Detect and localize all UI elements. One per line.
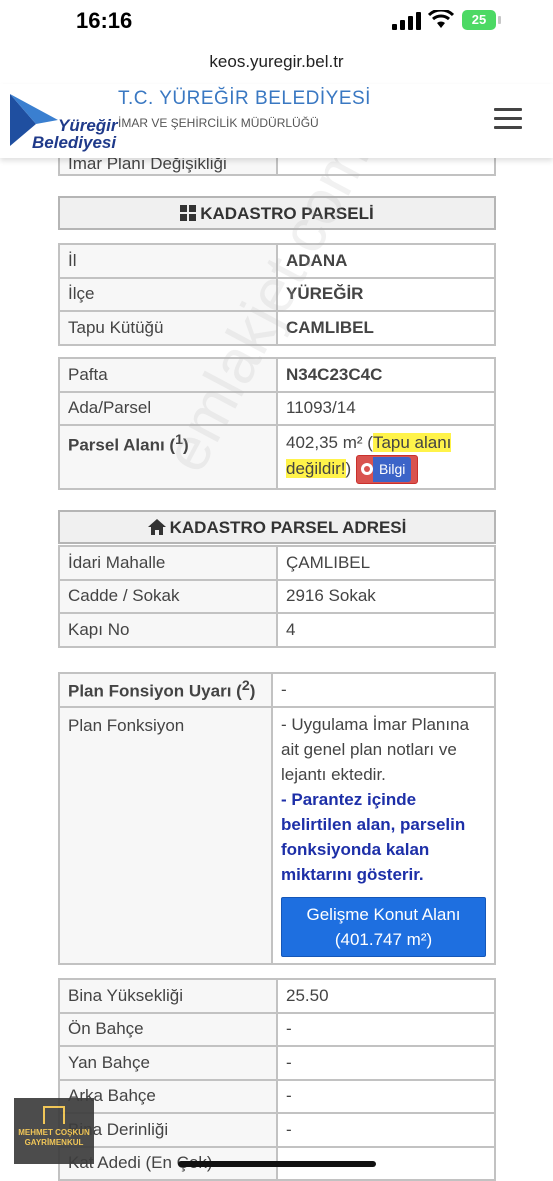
- cadde-value: 2916 Sokak: [276, 578, 496, 614]
- mahalle-label: İdari Mahalle: [58, 545, 278, 581]
- on-bahce-label: Ön Bahçe: [58, 1011, 278, 1047]
- table-row: Cadde / Sokak 2916 Sokak: [58, 578, 496, 614]
- home-indicator[interactable]: [178, 1161, 376, 1167]
- mahalle-value: ÇAMLIBEL: [276, 545, 496, 581]
- bina-derinlik-value: -: [276, 1112, 496, 1148]
- grid-icon: [180, 205, 197, 221]
- home-icon: [147, 519, 166, 535]
- parsel-note-close: ): [345, 458, 352, 478]
- plan-parantez-note: - Parantez içinde belirtilen alan, parse…: [281, 789, 466, 884]
- table-row: Ada/Parsel 11093/14: [58, 390, 496, 426]
- table-row: İdari Mahalle ÇAMLIBEL: [58, 545, 496, 581]
- corner-logo: MEHMET COŞKUN GAYRİMENKUL: [14, 1098, 94, 1164]
- table-row: Plan Fonsiyon Uyarı (2) -: [58, 672, 496, 708]
- ilce-value: YÜREĞİR: [276, 276, 496, 312]
- bilgi-label: Bilgi: [372, 457, 412, 482]
- plan-fonksiyon-value: - Uygulama İmar Planına ait genel plan n…: [271, 705, 496, 965]
- bina-table: Bina Yüksekliği 25.50 Ön Bahçe - Yan Bah…: [58, 978, 496, 1181]
- bina-yukseklik-value: 25.50: [276, 978, 496, 1014]
- hamburger-menu-icon[interactable]: [494, 108, 522, 130]
- parsel-alani-text: Parsel Alanı (: [68, 435, 176, 455]
- plan-fonksiyon-label: Plan Fonksiyon: [58, 705, 273, 965]
- ada-parsel-value: 11093/14: [276, 390, 496, 426]
- kapi-label: Kapı No: [58, 612, 278, 648]
- plan-uyari-value: -: [271, 672, 496, 708]
- table-row: Yan Bahçe -: [58, 1045, 496, 1081]
- adres-table: İdari Mahalle ÇAMLIBEL Cadde / Sokak 291…: [58, 545, 496, 648]
- gelisme-line1: Gelişme Konut Alanı: [306, 904, 461, 924]
- building-icon: [43, 1106, 65, 1124]
- kapi-value: 4: [276, 612, 496, 648]
- tapu-label: Tapu Kütüğü: [58, 310, 278, 346]
- kadastro-heading-text: KADASTRO PARSELİ: [200, 204, 374, 223]
- plan-uyari-close: ): [249, 681, 256, 701]
- table-row: Kapı No 4: [58, 612, 496, 648]
- site-title: T.C. YÜREĞİR BELEDİYESİ: [118, 88, 371, 109]
- table-row: Tapu Kütüğü CAMLIBEL: [58, 310, 496, 346]
- plan-table: Plan Fonsiyon Uyarı (2) - Plan Fonksiyon…: [58, 672, 496, 965]
- table-row: Parsel Alanı (1) 402,35 m² (Tapu alanı d…: [58, 424, 496, 490]
- corner-logo-line2: GAYRİMENKUL: [24, 1138, 84, 1147]
- content: İmar Planı Değişikliği KADASTRO PARSELİ …: [0, 0, 553, 1181]
- parsel-note-open: (: [362, 433, 373, 452]
- cadde-label: Cadde / Sokak: [58, 578, 278, 614]
- kadastro-table-1: İl ADANA İlçe YÜREĞİR Tapu Kütüğü CAMLIB…: [58, 243, 496, 346]
- site-subtitle: İMAR VE ŞEHİRCİLİK MÜDÜRLÜĞÜ: [118, 116, 319, 130]
- plan-uyari-text: Plan Fonsiyon Uyarı (: [68, 681, 242, 701]
- yan-bahce-value: -: [276, 1045, 496, 1081]
- site-header: Yüreğir Belediyesi T.C. YÜREĞİR BELEDİYE…: [0, 84, 553, 158]
- parsel-alani-value: 402,35 m² (Tapu alanı değildir!) Bilgi: [276, 424, 496, 490]
- adres-heading: KADASTRO PARSEL ADRESİ: [58, 510, 496, 544]
- table-row: Pafta N34C23C4C: [58, 357, 496, 393]
- il-label: İl: [58, 243, 278, 279]
- yan-bahce-label: Yan Bahçe: [58, 1045, 278, 1081]
- table-row: Plan Fonksiyon - Uygulama İmar Planına a…: [58, 705, 496, 965]
- plan-uyari-sup: 2: [241, 677, 250, 694]
- arka-bahce-value: -: [276, 1078, 496, 1114]
- corner-logo-line1: MEHMET COŞKUN: [18, 1128, 90, 1137]
- table-row: İlçe YÜREĞİR: [58, 276, 496, 312]
- parsel-alani-close: ): [182, 435, 189, 455]
- ilce-label: İlçe: [58, 276, 278, 312]
- table-row: Bina Derinliği -: [58, 1112, 496, 1148]
- kadastro-heading: KADASTRO PARSELİ: [58, 196, 496, 230]
- pafta-label: Pafta: [58, 357, 278, 393]
- logo-text-belediyesi: Belediyesi: [32, 133, 117, 152]
- table-row: İl ADANA: [58, 243, 496, 279]
- plan-uyari-label: Plan Fonsiyon Uyarı (2): [58, 672, 273, 708]
- globe-icon: [360, 463, 373, 475]
- pafta-value: N34C23C4C: [276, 357, 496, 393]
- table-row: Bina Yüksekliği 25.50: [58, 978, 496, 1014]
- bilgi-button[interactable]: Bilgi: [355, 455, 419, 484]
- kadastro-table-2: Pafta N34C23C4C Ada/Parsel 11093/14 Pars…: [58, 357, 496, 490]
- il-value: ADANA: [276, 243, 496, 279]
- parsel-alani-number: 402,35 m²: [286, 433, 363, 452]
- tapu-value: CAMLIBEL: [276, 310, 496, 346]
- ada-parsel-label: Ada/Parsel: [58, 390, 278, 426]
- parsel-alani-sup: 1: [175, 432, 183, 448]
- table-row: Ön Bahçe -: [58, 1011, 496, 1047]
- adres-heading-text: KADASTRO PARSEL ADRESİ: [169, 518, 407, 537]
- table-row: Arka Bahçe -: [58, 1078, 496, 1114]
- gelisme-line2: (401.747 m²): [334, 929, 433, 949]
- bina-yukseklik-label: Bina Yüksekliği: [58, 978, 278, 1014]
- on-bahce-value: -: [276, 1011, 496, 1047]
- plan-notes-text: - Uygulama İmar Planına ait genel plan n…: [281, 714, 470, 784]
- gelisme-konut-button[interactable]: Gelişme Konut Alanı (401.747 m²): [281, 896, 486, 957]
- parsel-alani-label: Parsel Alanı (1): [58, 424, 278, 490]
